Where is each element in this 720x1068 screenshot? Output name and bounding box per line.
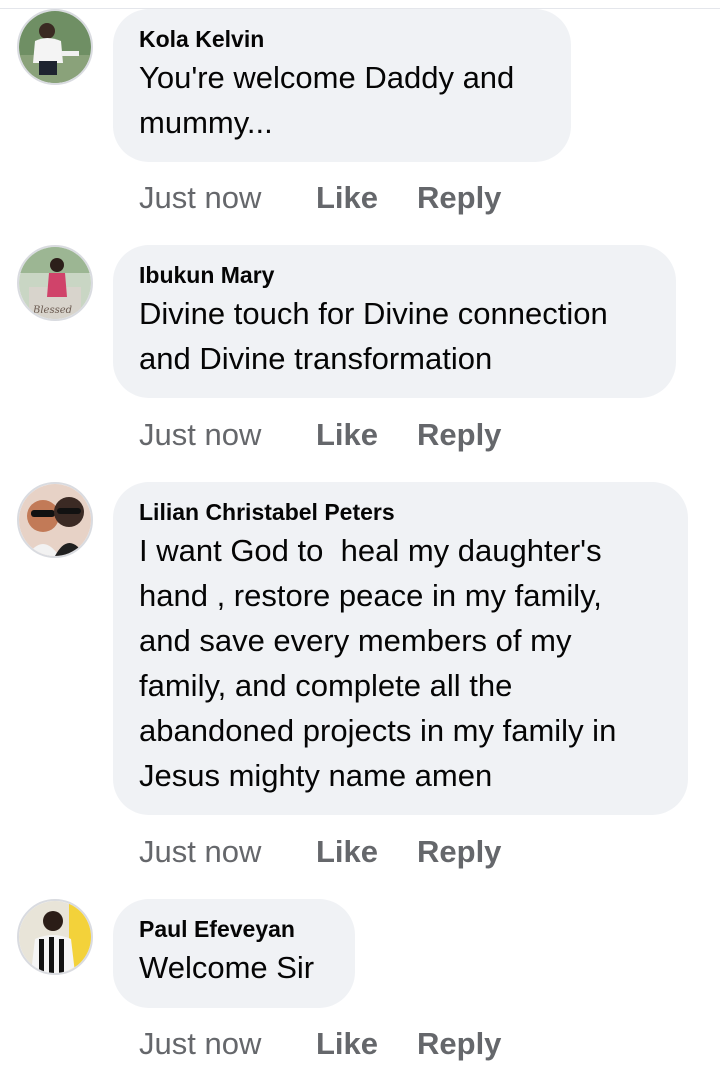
user-avatar-photo-icon	[19, 901, 91, 973]
reply-button[interactable]: Reply	[417, 415, 501, 455]
comment-bubble: Ibukun Mary Divine touch for Divine conn…	[113, 245, 676, 398]
comment-text: Divine touch for Divine connection and D…	[139, 296, 608, 376]
comment-author[interactable]: Ibukun Mary	[139, 259, 650, 291]
comment-text: I want God to heal my daughter's hand , …	[139, 533, 617, 793]
comment-bubble: Kola Kelvin You're welcome Daddy and mum…	[113, 9, 571, 162]
top-divider	[0, 0, 720, 9]
comment-author[interactable]: Paul Efeveyan	[139, 913, 329, 945]
avatar[interactable]	[17, 899, 93, 975]
avatar[interactable]	[17, 482, 93, 558]
like-button[interactable]: Like	[316, 832, 417, 872]
comment-bubble: Lilian Christabel Peters I want God to h…	[113, 482, 688, 815]
comment-timestamp[interactable]: Just now	[139, 1024, 316, 1064]
user-avatar-photo-icon	[19, 11, 91, 83]
comment-actions: Just now Like Reply	[139, 178, 501, 218]
like-button[interactable]: Like	[316, 415, 417, 455]
user-avatar-photo-icon	[19, 484, 91, 556]
comment-timestamp[interactable]: Just now	[139, 832, 316, 872]
avatar[interactable]	[17, 9, 93, 85]
comment-timestamp[interactable]: Just now	[139, 178, 316, 218]
user-avatar-photo-icon: Blessed	[19, 247, 91, 319]
comment-actions: Just now Like Reply	[139, 415, 501, 455]
comment-actions: Just now Like Reply	[139, 832, 501, 872]
comment-timestamp[interactable]: Just now	[139, 415, 316, 455]
comment-bubble: Paul Efeveyan Welcome Sir	[113, 899, 355, 1008]
like-button[interactable]: Like	[316, 178, 417, 218]
reply-button[interactable]: Reply	[417, 832, 501, 872]
reply-button[interactable]: Reply	[417, 1024, 501, 1064]
svg-text:Blessed: Blessed	[32, 305, 72, 316]
comment-text: Welcome Sir	[139, 950, 315, 985]
comment-text: You're welcome Daddy and mummy...	[139, 60, 515, 140]
avatar[interactable]: Blessed	[17, 245, 93, 321]
comment-author[interactable]: Kola Kelvin	[139, 23, 545, 55]
reply-button[interactable]: Reply	[417, 178, 501, 218]
like-button[interactable]: Like	[316, 1024, 417, 1064]
comment-actions: Just now Like Reply	[139, 1024, 501, 1064]
comment-author[interactable]: Lilian Christabel Peters	[139, 496, 662, 528]
